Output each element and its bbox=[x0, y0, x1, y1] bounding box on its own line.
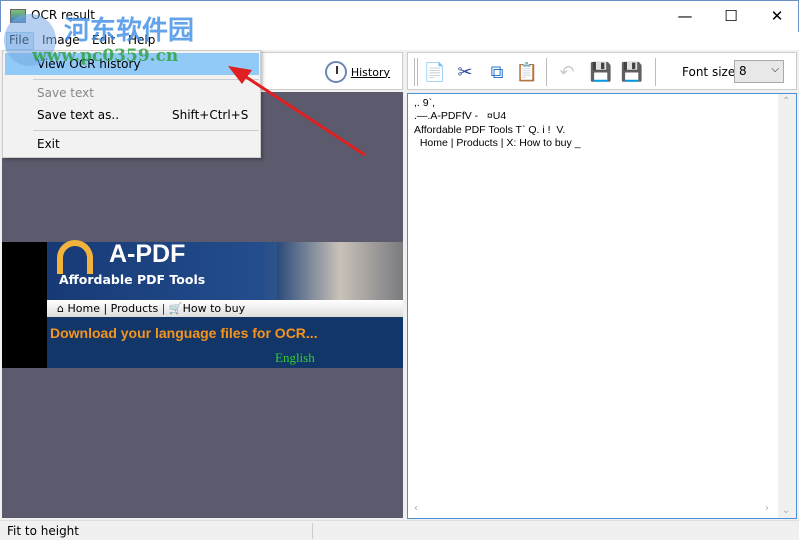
app-icon bbox=[10, 9, 26, 23]
close-button[interactable]: ✕ bbox=[754, 1, 799, 31]
text-document-icon[interactable]: 📄 bbox=[422, 59, 448, 85]
scroll-left-icon[interactable]: ‹ bbox=[414, 503, 418, 514]
menu-file[interactable]: File bbox=[9, 33, 29, 47]
minimize-button[interactable]: — bbox=[662, 1, 708, 31]
font-size-select[interactable]: 8 ⌵ bbox=[734, 60, 784, 83]
chevron-down-icon: ⌵ bbox=[771, 64, 779, 75]
scroll-right-icon[interactable]: › bbox=[765, 503, 769, 514]
image-language: English bbox=[275, 350, 315, 365]
font-size-value: 8 bbox=[739, 64, 747, 78]
image-tagline: Affordable PDF Tools bbox=[59, 272, 206, 287]
menu-item-save-text-as[interactable]: Save text as.. Shift+Ctrl+S bbox=[5, 104, 259, 126]
save-as-icon[interactable]: 💾 bbox=[619, 59, 645, 85]
scroll-up-icon[interactable]: ⌃ bbox=[782, 96, 790, 107]
ocr-text-area[interactable]: ,. 9`, .—.A-PDFfV - ¤U4 Affordable PDF T… bbox=[407, 93, 797, 519]
status-bar: Fit to height bbox=[0, 520, 799, 540]
file-menu-dropdown: View OCR history Save text Save text as.… bbox=[2, 50, 261, 158]
menu-edit[interactable]: Edit bbox=[92, 33, 115, 47]
menu-bar: File Image Edit Help bbox=[0, 32, 799, 50]
text-toolbar: 📄 ✂ ⧉ 📋 ↶ 💾 💾 Font size: 8 ⌵ bbox=[407, 52, 797, 90]
menu-image[interactable]: Image bbox=[42, 33, 80, 47]
image-headline: Download your language files for OCR... bbox=[50, 325, 318, 341]
history-button[interactable]: History bbox=[324, 61, 390, 83]
menu-item-view-ocr-history[interactable]: View OCR history bbox=[5, 53, 259, 75]
copy-icon[interactable]: ⧉ bbox=[484, 59, 510, 85]
clock-icon bbox=[324, 61, 347, 83]
image-nav: ⌂ Home | Products | 🛒How to buy bbox=[47, 300, 403, 317]
ocr-image: A-PDF Affordable PDF Tools ⌂ Home | Prod… bbox=[2, 240, 403, 368]
save-icon: 💾 bbox=[589, 61, 613, 83]
scroll-down-icon[interactable]: ⌄ bbox=[782, 505, 790, 516]
vertical-scrollbar[interactable]: ⌃ ⌄ bbox=[778, 94, 796, 518]
menu-help[interactable]: Help bbox=[128, 33, 155, 47]
image-logo: A-PDF bbox=[109, 240, 186, 268]
menu-item-save-text: Save text bbox=[37, 86, 94, 100]
undo-icon: ↶ bbox=[559, 61, 575, 83]
menu-item-exit[interactable]: Exit bbox=[5, 133, 259, 155]
window-title: OCR result bbox=[31, 8, 95, 22]
history-label: History bbox=[350, 65, 390, 79]
paste-icon[interactable]: 📋 bbox=[514, 59, 540, 85]
cut-icon[interactable]: ✂ bbox=[452, 59, 478, 85]
title-bar: OCR result — ☐ ✕ bbox=[0, 0, 799, 32]
apdf-logo-icon bbox=[57, 240, 93, 274]
font-size-label: Font size: bbox=[682, 65, 740, 79]
status-text: Fit to height bbox=[7, 524, 79, 538]
maximize-button[interactable]: ☐ bbox=[708, 1, 754, 31]
